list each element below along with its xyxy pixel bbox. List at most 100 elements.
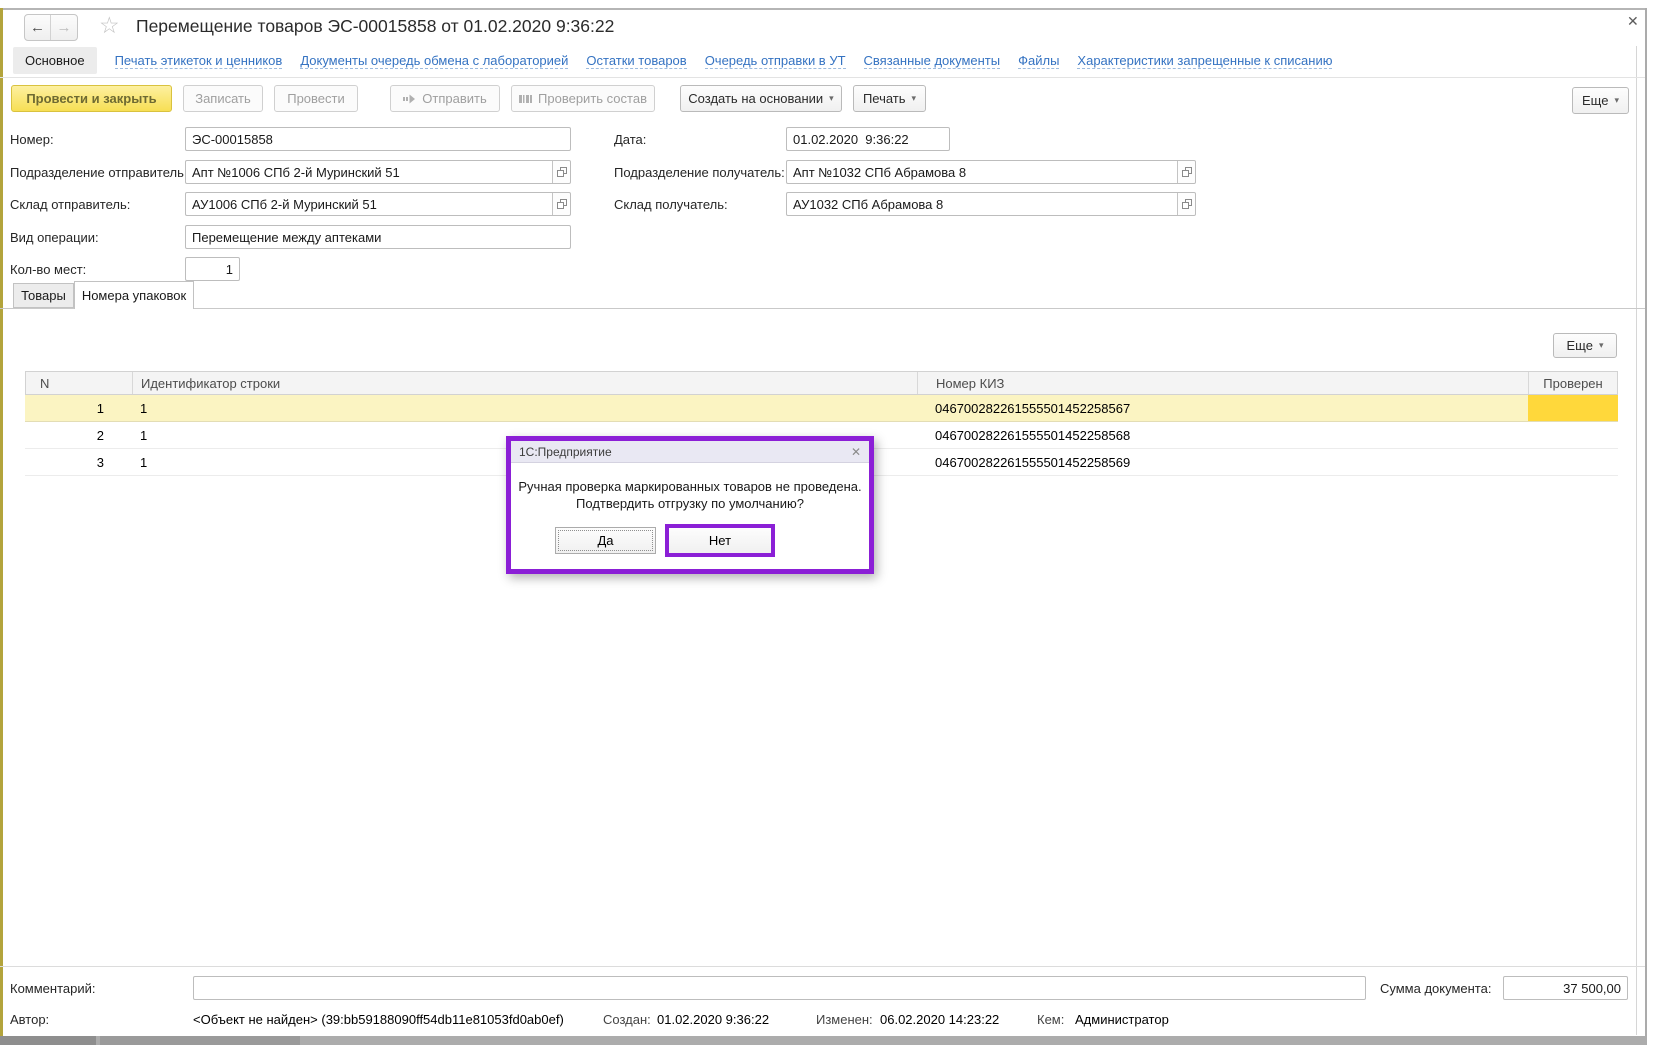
cell-n-value: 2 [97, 428, 104, 443]
tab-goods[interactable]: Товары [13, 283, 74, 308]
column-header-row-id[interactable]: Идентификатор строки [133, 372, 918, 394]
document-sum-label: Сумма документа: [1380, 981, 1491, 996]
nav-link-files[interactable]: Файлы [1018, 53, 1059, 69]
created-value: 01.02.2020 9:36:22 [657, 1012, 769, 1027]
cell-n[interactable]: 2 [25, 422, 132, 448]
number-field[interactable]: ЭС-00015858 [185, 127, 571, 151]
send-button[interactable]: Отправить [390, 85, 500, 112]
cell-checked[interactable] [1528, 449, 1618, 475]
cell-row-id[interactable]: 1 [132, 395, 917, 421]
write-button[interactable]: Записать [183, 85, 263, 112]
sender-division-field[interactable]: Апт №1006 СПб 2-й Муринский 51 [185, 160, 571, 184]
cell-kiz[interactable]: 046700282261555501452258569 [917, 449, 1528, 475]
author-label: Автор: [10, 1012, 49, 1027]
table-more-button[interactable]: Еще ▾ [1553, 333, 1617, 358]
receiver-warehouse-field[interactable]: АУ1032 СПб Абрамова 8 [786, 192, 1196, 216]
column-header-kiz[interactable]: Номер КИЗ [918, 372, 1529, 394]
nav-link-forbidden-characteristics[interactable]: Характеристики запрещенные к списанию [1077, 53, 1332, 69]
dialog-message-line2: Подтвердить отгрузку по умолчанию? [511, 495, 869, 512]
dialog-close-icon[interactable]: ✕ [851, 445, 861, 459]
operation-type-label: Вид операции: [10, 230, 99, 245]
table-more-label: Еще [1567, 338, 1593, 353]
print-button[interactable]: Печать ▾ [853, 85, 926, 112]
cell-row-id-value: 1 [140, 455, 147, 470]
cell-checked-active[interactable] [1528, 395, 1618, 421]
cell-row-id-value: 1 [140, 401, 147, 416]
nav-link-lab-exchange-queue[interactable]: Документы очередь обмена с лабораторией [300, 53, 568, 69]
nav-link-ut-send-queue[interactable]: Очередь отправки в УТ [705, 53, 846, 69]
comment-input[interactable] [193, 976, 1366, 1000]
post-and-close-button[interactable]: Провести и закрыть [11, 85, 172, 112]
places-count-field[interactable]: 1 [185, 257, 240, 281]
dialog-no-button[interactable]: Нет [665, 524, 775, 557]
close-window-icon[interactable]: ✕ [1627, 13, 1639, 30]
receiver-division-value: Апт №1032 СПб Абрамова 8 [793, 165, 966, 180]
print-button-label: Печать [863, 91, 906, 106]
table-header: N Идентификатор строки Номер КИЗ Провере… [25, 371, 1618, 395]
cell-row-id-value: 1 [140, 428, 147, 443]
post-button[interactable]: Провести [274, 85, 358, 112]
back-icon: ← [30, 19, 45, 36]
author-value: <Объект не найден> (39:bb59188090ff54db1… [193, 1012, 564, 1027]
form-more-button[interactable]: Еще ▾ [1572, 87, 1629, 114]
sender-division-label: Подразделение отправитель: [10, 165, 188, 180]
comment-label: Комментарий: [10, 981, 96, 996]
nav-item-main[interactable]: Основное [13, 47, 97, 74]
cell-n[interactable]: 3 [25, 449, 132, 475]
by-whom-value: Администратор [1075, 1012, 1169, 1027]
created-label: Создан: [603, 1012, 651, 1027]
nav-divider [0, 77, 1645, 78]
nav-link-stock-balance[interactable]: Остатки товаров [586, 53, 686, 69]
open-list-icon[interactable] [1177, 161, 1195, 183]
sender-warehouse-label: Склад отправитель: [10, 197, 130, 212]
tab-pack-numbers[interactable]: Номера упаковок [74, 281, 194, 309]
history-nav-group: ← → [24, 14, 78, 41]
create-based-on-label: Создать на основании [688, 91, 823, 106]
receiver-warehouse-value: АУ1032 СПб Абрамова 8 [793, 197, 943, 212]
cell-n[interactable]: 1 [25, 395, 132, 421]
dialog-title-bar[interactable]: 1С:Предприятие ✕ [511, 441, 869, 463]
window-bottom-edge [0, 1036, 1647, 1045]
cell-kiz[interactable]: 046700282261555501452258568 [917, 422, 1528, 448]
column-header-row-id-label: Идентификатор строки [141, 376, 280, 391]
create-based-on-button[interactable]: Создать на основании ▾ [680, 85, 842, 112]
check-content-label: Проверить состав [538, 91, 647, 106]
window-border-top [0, 8, 1647, 10]
favorite-star-icon[interactable]: ☆ [99, 12, 120, 39]
back-button[interactable]: ← [25, 15, 51, 40]
column-header-checked[interactable]: Проверен [1529, 372, 1617, 394]
open-list-icon[interactable] [1177, 193, 1195, 215]
footer-divider [0, 966, 1645, 967]
nav-link-related-documents[interactable]: Связанные документы [864, 53, 1001, 69]
forward-button[interactable]: → [51, 15, 77, 40]
nav-bar: Основное Печать этикеток и ценников Доку… [13, 46, 1573, 75]
cell-kiz[interactable]: 046700282261555501452258567 [917, 395, 1528, 421]
by-whom-label: Кем: [1037, 1012, 1064, 1027]
cell-checked[interactable] [1528, 422, 1618, 448]
operation-type-field[interactable]: Перемещение между аптеками [185, 225, 571, 249]
cell-kiz-value: 046700282261555501452258567 [935, 401, 1130, 416]
number-label: Номер: [10, 132, 54, 147]
document-sum-field[interactable]: 37 500,00 [1503, 976, 1628, 1000]
dialog-yes-button[interactable]: Да [555, 527, 656, 554]
cell-kiz-value: 046700282261555501452258568 [935, 428, 1130, 443]
bottom-edge-segment-dark [0, 1036, 96, 1045]
sender-division-value: Апт №1006 СПб 2-й Муринский 51 [192, 165, 400, 180]
dialog-message-line1: Ручная проверка маркированных товаров не… [511, 478, 869, 495]
date-label: Дата: [614, 132, 646, 147]
column-header-n[interactable]: N [26, 372, 133, 394]
receiver-division-field[interactable]: Апт №1032 СПб Абрамова 8 [786, 160, 1196, 184]
nav-link-print-labels[interactable]: Печать этикеток и ценников [115, 53, 283, 69]
sender-warehouse-field[interactable]: АУ1006 СПб 2-й Муринский 51 [185, 192, 571, 216]
chevron-down-icon: ▾ [912, 94, 917, 103]
chevron-down-icon: ▾ [829, 94, 834, 103]
sender-warehouse-value: АУ1006 СПб 2-й Муринский 51 [192, 197, 377, 212]
open-list-icon[interactable] [552, 193, 570, 215]
check-content-button[interactable]: Проверить состав [511, 85, 655, 112]
date-field[interactable]: 01.02.2020 9:36:22 [786, 127, 950, 151]
column-header-n-label: N [40, 376, 49, 391]
chevron-down-icon: ▾ [1614, 96, 1619, 105]
table-row[interactable]: 1 1 046700282261555501452258567 [25, 395, 1618, 422]
dialog-title: 1С:Предприятие [519, 445, 851, 459]
open-list-icon[interactable] [552, 161, 570, 183]
